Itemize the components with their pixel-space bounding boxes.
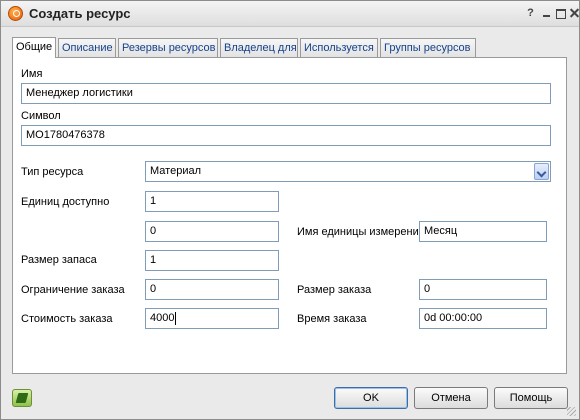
tab-resource-groups[interactable]: Группы ресурсов <box>380 38 476 57</box>
close-icon[interactable] <box>568 7 580 19</box>
order-cost-label: Стоимость заказа <box>21 313 113 325</box>
tab-resource-reserves[interactable]: Резервы ресурсов <box>118 38 218 57</box>
title-bar[interactable]: Создать ресурс <box>1 1 579 27</box>
symbol-input[interactable]: MO1780476378 <box>21 125 551 146</box>
units-available-input[interactable]: 1 <box>145 191 279 212</box>
order-limit-input[interactable]: 0 <box>145 279 279 300</box>
ok-button[interactable]: OK <box>334 387 408 409</box>
units-available-label: Единиц доступно <box>21 196 110 208</box>
help-button[interactable]: Помощь <box>494 387 568 409</box>
order-size-label: Размер заказа <box>297 284 372 296</box>
tab-description[interactable]: Описание <box>58 38 116 57</box>
order-cost-value: 4000 <box>150 312 175 324</box>
order-time-label: Время заказа <box>297 313 367 325</box>
text-cursor <box>175 311 177 325</box>
minimize-icon[interactable] <box>540 7 553 19</box>
cancel-button[interactable]: Отмена <box>414 387 488 409</box>
stock-size-input[interactable]: 1 <box>145 250 279 271</box>
tab-strip: Общие Описание Резервы ресурсов Владелец… <box>12 37 478 58</box>
resource-type-select[interactable]: Материал <box>145 161 551 182</box>
tab-general[interactable]: Общие <box>12 37 56 58</box>
tab-used-by[interactable]: Используется <box>300 38 378 57</box>
symbol-label: Символ <box>21 110 61 122</box>
order-cost-input[interactable]: 4000 <box>145 308 279 329</box>
chevron-down-icon[interactable] <box>534 163 549 180</box>
maximize-icon[interactable] <box>554 7 567 19</box>
resize-grip[interactable] <box>567 407 576 416</box>
order-limit-label: Ограничение заказа <box>21 284 125 296</box>
resource-type-label: Тип ресурса <box>21 166 84 178</box>
create-resource-dialog: Создать ресурс Общие Описание Резервы ре… <box>0 0 580 420</box>
book-icon[interactable] <box>12 389 32 407</box>
tab-owner-of[interactable]: Владелец для <box>220 38 298 57</box>
stock-size-label: Размер запаса <box>21 254 97 266</box>
app-logo-icon <box>8 6 23 21</box>
unit-name-input[interactable]: Месяц <box>419 221 547 242</box>
order-time-input[interactable]: 0d 00:00:00 <box>419 308 547 329</box>
resource-type-value: Материал <box>150 165 201 177</box>
window-title: Создать ресурс <box>29 6 131 21</box>
units-available-secondary-input[interactable]: 0 <box>145 221 279 242</box>
order-size-input[interactable]: 0 <box>419 279 547 300</box>
help-icon[interactable] <box>524 7 537 19</box>
name-label: Имя <box>21 68 43 80</box>
name-input[interactable]: Менеджер логистики <box>21 83 551 104</box>
unit-name-label: Имя единицы измерения <box>297 226 425 238</box>
